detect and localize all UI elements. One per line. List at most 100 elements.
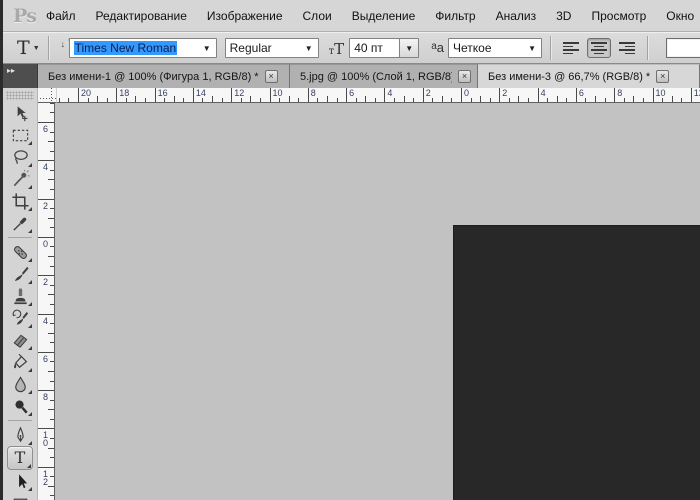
spot-healing-brush-tool[interactable] [7,241,33,263]
type-tool-icon: T [17,37,30,59]
path-selection-tool-icon [18,473,27,488]
font-family-select[interactable]: Times New Roman ▼ [68,38,217,58]
pen-tool-icon [16,426,24,442]
move-tool[interactable] [7,102,33,124]
menu-item-изображение[interactable]: Изображение [205,7,285,25]
chevron-down-icon[interactable]: ▼ [198,44,216,53]
align-center-button[interactable] [586,38,611,58]
spot-healing-brush-tool-icon [13,245,27,259]
brush-tool[interactable] [7,263,33,285]
font-style-select[interactable]: Regular ▼ [224,38,319,58]
document-tab[interactable]: Без имени-1 @ 100% (Фигура 1, RGB/8) * × [38,64,290,88]
paint-bucket-tool[interactable] [7,351,33,373]
canvas-pasteboard[interactable] [55,103,700,500]
font-size-select[interactable]: 40 пт ▼ [349,38,420,58]
chevron-down-icon[interactable]: ▼ [33,45,40,52]
document-tabbar: ▸▸ Без имени-1 @ 100% (Фигура 1, RGB/8) … [3,64,700,88]
menu-item-редактирование[interactable]: Редактирование [94,7,189,25]
lasso-tool-icon [13,149,28,164]
tools-panel: T [3,88,38,500]
brush-tool-icon [14,266,29,281]
divider [549,36,551,60]
divider [47,36,49,60]
document-tab[interactable]: 5.jpg @ 100% (Слой 1, RGB/8) * × [290,64,478,88]
collapse-panels-button[interactable]: ▸▸ [3,64,38,88]
down-arrow-icon: ↓ [60,39,66,49]
menu-item-просмотр[interactable]: Просмотр [589,7,648,25]
photoshop-window: Ps Файл Редактирование Изображение Слои Выде… [0,0,700,500]
eyedropper-tool[interactable] [7,212,33,234]
menu-item-окно[interactable]: Окно [664,7,696,25]
align-right-button[interactable] [615,38,639,58]
text-color-swatch[interactable] [665,38,700,58]
document-canvas[interactable] [453,225,700,500]
ruler-origin-crosshair [51,88,52,103]
align-center-icon [590,42,607,54]
tools-divider [8,237,32,238]
eraser-tool[interactable] [7,329,33,351]
crop-tool[interactable] [7,190,33,212]
rectangle-shape-tool[interactable] [7,492,33,500]
history-brush-tool-icon [11,309,28,325]
anti-alias-value: Четкое [452,41,492,55]
dodge-tool[interactable] [7,395,33,417]
menubar-items: Файл Редактирование Изображение Слои Выделен… [44,7,700,25]
chevron-down-icon[interactable]: ▼ [523,44,541,53]
tabs: Без имени-1 @ 100% (Фигура 1, RGB/8) * × 5… [38,64,700,88]
tools-divider [8,420,32,421]
menubar: Ps Файл Редактирование Изображение Слои Выде… [3,0,700,32]
tab-label: Без имени-1 @ 100% (Фигура 1, RGB/8) * [48,70,259,83]
tab-label: 5.jpg @ 100% (Слой 1, RGB/8) * [300,70,452,83]
align-left-icon [562,42,579,54]
text-align-group [559,38,639,58]
history-brush-tool[interactable] [7,307,33,329]
crop-tool-icon [11,192,29,210]
horizontal-ruler: 2018161412108642024681012 [57,88,700,103]
lasso-tool[interactable] [7,146,33,168]
close-icon[interactable]: × [458,70,471,83]
menu-item-3d[interactable]: 3D [554,7,573,25]
options-bar: T ▼ ↓ T → Times New Roman ▼ Regular ▼ тТ… [3,32,700,64]
menu-item-анализ[interactable]: Анализ [494,7,539,25]
anti-alias-select[interactable]: Четкое ▼ [447,38,542,58]
close-icon[interactable]: × [264,70,278,83]
quick-selection-tool-icon [13,169,30,186]
path-selection-tool[interactable] [7,470,33,492]
document-tab[interactable]: Без имени-3 @ 66,7% (RGB/8) * × [478,64,700,88]
type-tool-icon: T [14,448,26,467]
ruler-origin-corner[interactable] [38,88,57,103]
tools-panel-grip[interactable] [6,91,34,100]
eyedropper-tool-icon [12,217,26,231]
font-family-value: Times New Roman [73,41,178,55]
chevron-down-icon[interactable]: ▼ [300,44,318,53]
anti-alias-icon: aa [431,40,444,55]
move-tool-icon [17,105,27,121]
blur-tool[interactable] [7,373,33,395]
font-size-value: 40 пт [354,41,383,55]
dodge-tool-icon [14,400,28,413]
menu-item-выделение[interactable]: Выделение [350,7,418,25]
align-right-icon [618,42,635,54]
blur-tool-icon [14,375,26,392]
menu-item-фильтр[interactable]: Фильтр [433,7,477,25]
rectangle-shape-tool-icon [13,498,27,500]
pen-tool[interactable] [7,424,33,446]
clone-stamp-tool[interactable] [7,285,33,307]
align-left-button[interactable] [559,38,583,58]
rectangular-marquee-tool-icon [12,129,28,141]
close-icon[interactable]: × [656,70,670,83]
quick-selection-tool[interactable] [7,168,33,190]
rectangular-marquee-tool[interactable] [7,124,33,146]
divider [646,36,648,60]
ps-logo: Ps [13,4,37,27]
vertical-ruler: 642024681 01 21 4 [38,103,55,500]
menu-item-файл[interactable]: Файл [44,7,78,25]
tab-label: Без имени-3 @ 66,7% (RGB/8) * [488,70,651,83]
eraser-tool-icon [13,334,27,348]
current-tool-badge[interactable]: T ▼ [17,37,40,59]
chevron-down-icon[interactable]: ▼ [399,39,419,57]
paint-bucket-tool-icon [13,353,27,368]
type-tool[interactable]: T [7,446,33,470]
clone-stamp-tool-icon [13,287,27,304]
menu-item-слои[interactable]: Слои [301,7,334,25]
